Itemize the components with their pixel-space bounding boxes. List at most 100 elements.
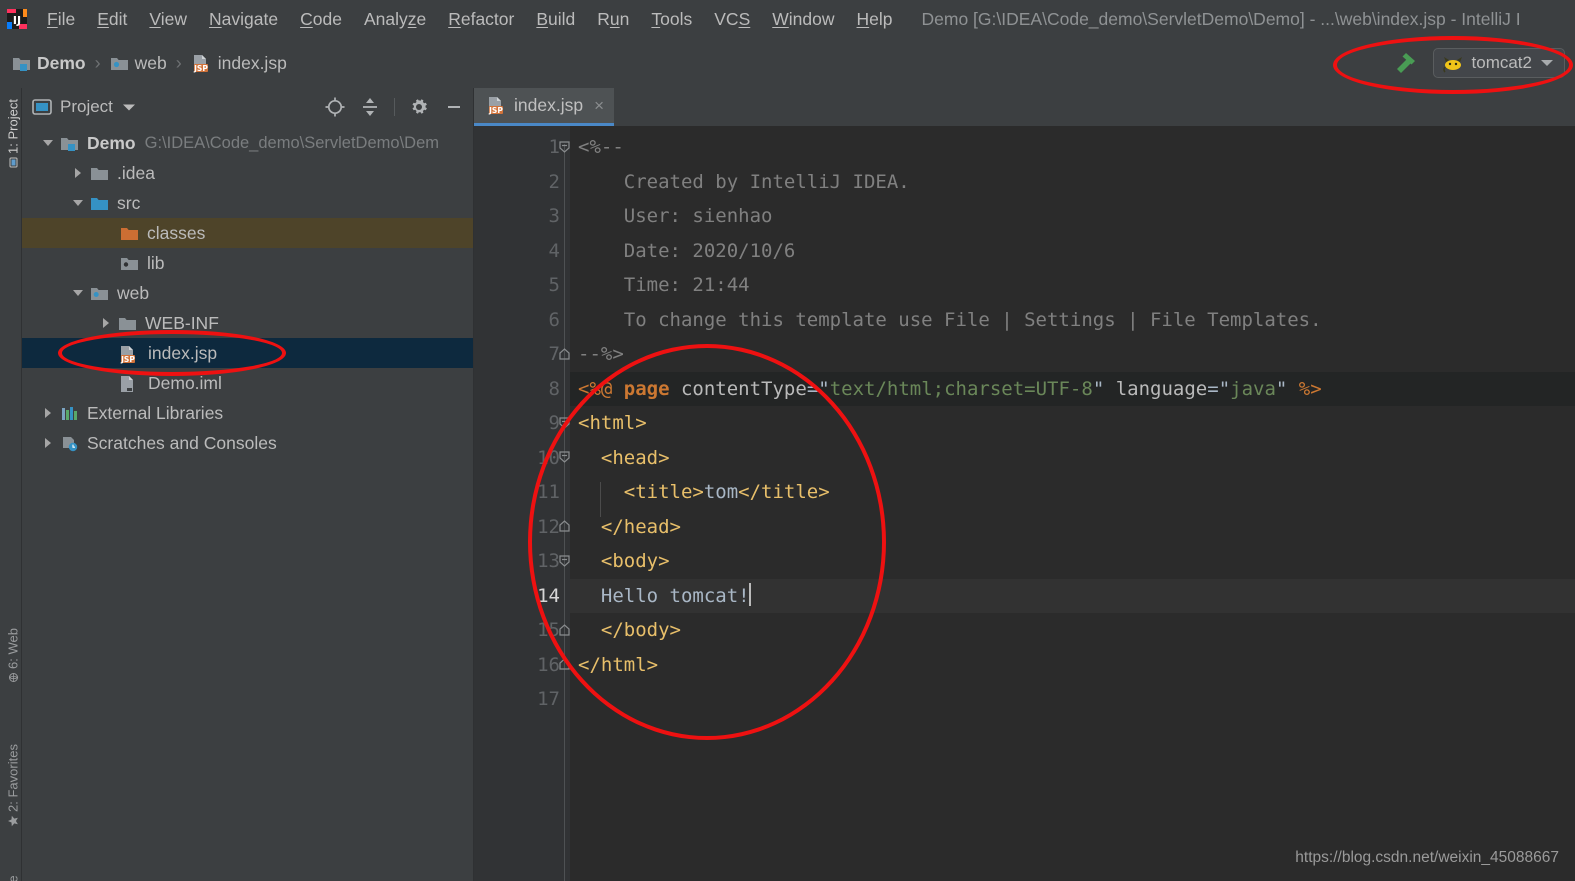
menu-item-file[interactable]: File xyxy=(36,6,86,32)
line-number: 17 xyxy=(537,688,560,710)
chevron-down-icon[interactable] xyxy=(70,195,86,211)
tree-node-classes[interactable]: classes xyxy=(22,218,473,248)
tree-label-demo: Demo xyxy=(87,132,136,153)
line-number: 4 xyxy=(548,239,560,262)
folder-icon xyxy=(90,165,109,182)
minimize-icon[interactable] xyxy=(443,96,465,118)
menu-item-edit[interactable]: Edit xyxy=(86,6,138,32)
tool-strip-tab-favorites[interactable]: 2: Favorites xyxy=(6,743,21,829)
chevron-down-icon[interactable] xyxy=(122,103,136,112)
code-token-comment: --%> xyxy=(578,343,624,365)
line-number: 8 xyxy=(548,377,560,400)
menu-item-build[interactable]: Build xyxy=(525,6,586,32)
code-token-quote: " xyxy=(1092,377,1105,400)
menu-bar: File Edit View Navigate Code Analyze Ref… xyxy=(36,6,904,32)
tree-node-lib[interactable]: lib xyxy=(22,248,473,278)
code-line-6[interactable]: To change this template use File | Setti… xyxy=(570,303,1575,338)
svg-text:JSP: JSP xyxy=(488,106,503,115)
tool-strip-tab-project[interactable]: 1: Project xyxy=(6,91,21,177)
project-view-icon xyxy=(32,98,52,116)
iml-file-icon xyxy=(118,375,140,392)
menu-item-window[interactable]: Window xyxy=(761,6,845,32)
code-token-comment: To change this template use File | Setti… xyxy=(578,308,1322,331)
menu-item-tools[interactable]: Tools xyxy=(640,6,703,32)
tree-label-src: src xyxy=(117,192,141,213)
annotation-ellipse-run-config xyxy=(1333,36,1573,94)
code-line-3[interactable]: User: sienhao xyxy=(570,199,1575,234)
tree-node-demo[interactable]: Demo G:\IDEA\Code_demo\ServletDemo\Dem xyxy=(22,128,473,158)
title-bar: IJ File Edit View Navigate Code Analyze … xyxy=(0,0,1575,38)
tree-node-external-libraries[interactable]: External Libraries xyxy=(22,398,473,428)
breadcrumb-item-web[interactable]: web xyxy=(108,53,169,74)
breadcrumb-label-web: web xyxy=(134,52,167,73)
code-line-4[interactable]: Date: 2020/10/6 xyxy=(570,234,1575,269)
intellij-idea-window: IJ File Edit View Navigate Code Analyze … xyxy=(0,0,1575,881)
output-folder-icon xyxy=(120,225,139,242)
breadcrumb-separator-2: › xyxy=(175,52,182,73)
locate-icon[interactable] xyxy=(324,96,346,118)
breadcrumb-label-index-jsp: index.jsp xyxy=(217,52,287,73)
line-number: 1 xyxy=(548,136,560,158)
code-line-1[interactable]: <%-- xyxy=(570,130,1575,165)
close-icon[interactable]: × xyxy=(594,96,604,116)
line-number: 5 xyxy=(548,274,560,296)
chevron-down-icon[interactable] xyxy=(40,135,56,151)
intellij-idea-logo-icon: IJ xyxy=(6,8,28,30)
menu-item-refactor[interactable]: Refactor xyxy=(437,6,525,32)
scratches-icon xyxy=(60,435,79,452)
chevron-right-icon[interactable] xyxy=(70,165,86,181)
breadcrumb-item-demo[interactable]: Demo xyxy=(10,53,88,74)
chevron-right-icon[interactable] xyxy=(98,315,114,331)
menu-item-navigate[interactable]: Navigate xyxy=(198,6,289,32)
chevron-right-icon[interactable] xyxy=(40,435,56,451)
tree-node-scratches[interactable]: Scratches and Consoles xyxy=(22,428,473,458)
left-tool-window-strip: 1: Project 6: Web 2: Favorites ucture xyxy=(0,88,22,881)
libraries-icon xyxy=(60,405,79,422)
tool-strip-label-project: 1: Project xyxy=(5,99,21,154)
module-folder-icon xyxy=(60,135,79,152)
tree-label-external-libraries: External Libraries xyxy=(87,402,224,423)
tree-label-idea: .idea xyxy=(117,162,155,183)
code-token-comment: User: sienhao xyxy=(578,205,773,227)
code-token-quote: " xyxy=(1275,377,1288,400)
svg-text:IJ: IJ xyxy=(13,14,21,27)
tree-label-scratches: Scratches and Consoles xyxy=(87,432,277,453)
menu-item-code[interactable]: Code xyxy=(289,6,353,32)
menu-item-vcs[interactable]: VCS xyxy=(703,6,761,32)
window-title: Demo [G:\IDEA\Code_demo\ServletDemo\Demo… xyxy=(921,9,1521,29)
tree-node-idea[interactable]: .idea xyxy=(22,158,473,188)
code-token-attr-language: language xyxy=(1104,377,1208,400)
tree-node-web[interactable]: web xyxy=(22,278,473,308)
blog-watermark: https://blog.csdn.net/weixin_45088667 xyxy=(1295,849,1559,866)
web-folder-icon xyxy=(110,55,129,72)
menu-item-view[interactable]: View xyxy=(138,6,198,32)
breadcrumb-item-index-jsp[interactable]: JSP index.jsp xyxy=(189,53,289,74)
menu-item-run[interactable]: Run xyxy=(586,6,640,32)
editor-tab-index-jsp[interactable]: JSP index.jsp × xyxy=(474,88,615,126)
tree-node-web-inf[interactable]: WEB-INF xyxy=(22,308,473,338)
code-line-2[interactable]: Created by IntelliJ IDEA. xyxy=(570,165,1575,200)
line-number: 6 xyxy=(548,308,560,331)
tool-strip-tab-structure[interactable]: ucture xyxy=(6,853,21,881)
breadcrumb-label-demo: Demo xyxy=(37,52,86,73)
project-panel-title: Project xyxy=(60,97,113,116)
tree-label-classes: classes xyxy=(147,222,206,243)
menu-item-analyze[interactable]: Analyze xyxy=(353,6,437,32)
tree-label-web: web xyxy=(117,282,150,303)
editor-tab-label: index.jsp xyxy=(514,95,584,115)
line-number: 2 xyxy=(548,170,560,193)
project-tool-window: Project Demo G:\IDEA\Code_demo\ServletDe… xyxy=(22,88,474,881)
tree-node-src[interactable]: src xyxy=(22,188,473,218)
code-token-directive-close: %> xyxy=(1287,377,1322,400)
tree-node-demo-iml[interactable]: Demo.iml xyxy=(22,368,473,398)
tool-strip-label-structure: ucture xyxy=(6,875,21,881)
chevron-right-icon[interactable] xyxy=(40,405,56,421)
tool-strip-tab-web[interactable]: 6: Web xyxy=(6,613,21,699)
gear-icon[interactable] xyxy=(408,96,430,118)
collapse-all-icon[interactable] xyxy=(359,96,381,118)
code-token-string-language: java xyxy=(1230,377,1276,400)
menu-item-help[interactable]: Help xyxy=(846,6,904,32)
code-line-5[interactable]: Time: 21:44 xyxy=(570,268,1575,303)
project-panel-toolbar xyxy=(324,96,465,118)
chevron-down-icon[interactable] xyxy=(70,285,86,301)
